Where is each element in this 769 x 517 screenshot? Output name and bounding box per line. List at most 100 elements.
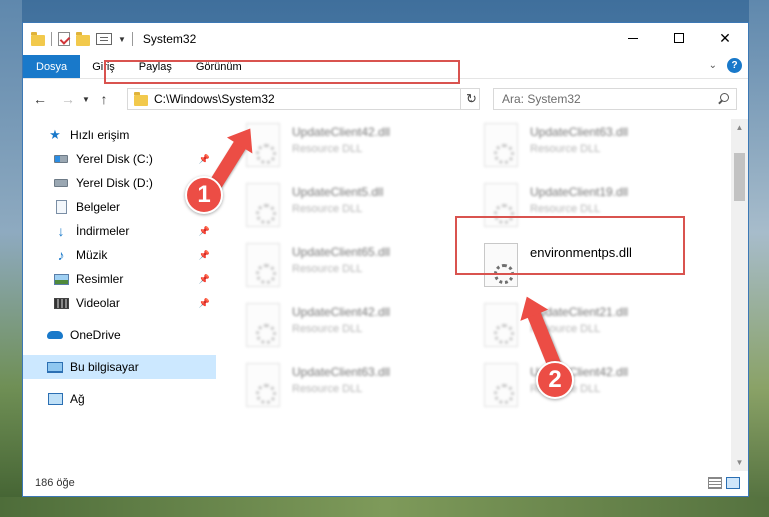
- tab-share[interactable]: Paylaş: [127, 55, 184, 78]
- computer-icon: [47, 360, 63, 374]
- sidebar-item-label: İndirmeler: [76, 224, 130, 238]
- file-item[interactable]: UpdateClient5.dll Resource DLL: [246, 183, 476, 235]
- window-title: System32: [142, 32, 197, 46]
- dll-file-icon: [246, 363, 280, 407]
- videos-icon: [53, 296, 69, 310]
- maximize-icon: [674, 33, 684, 43]
- file-name: UpdateClient19.dll: [530, 185, 629, 199]
- back-button[interactable]: ←: [29, 91, 51, 107]
- sidebar-item-label: Resimler: [76, 272, 124, 286]
- file-name: UpdateClient65.dll: [292, 245, 391, 259]
- file-item[interactable]: UpdateClient63.dll Resource DLL: [246, 363, 476, 415]
- sidebar-item-network[interactable]: Ağ: [23, 387, 216, 411]
- sidebar-item-label: Müzik: [76, 248, 108, 262]
- view-switcher: [708, 477, 740, 489]
- close-icon: ✕: [719, 29, 731, 46]
- sidebar-item-local-disk-c[interactable]: Yerel Disk (C:) 📌: [23, 147, 216, 171]
- cloud-icon: [47, 328, 63, 342]
- file-item[interactable]: UpdateClient42.dll Resource DLL: [246, 123, 476, 175]
- close-button[interactable]: ✕: [702, 23, 748, 53]
- file-name: UpdateClient42.dll: [292, 125, 391, 139]
- sidebar-item-label: Yerel Disk (C:): [76, 152, 153, 166]
- vertical-scrollbar[interactable]: ▲ ▼: [731, 119, 748, 471]
- sidebar-item-onedrive[interactable]: OneDrive: [23, 323, 216, 347]
- dll-file-icon: [246, 183, 280, 227]
- folder-icon: [31, 31, 45, 46]
- navigation-bar: ← → ▼ ↑ C:\Windows\System32 ⌄ ↻: [23, 79, 748, 119]
- file-description: Resource DLL: [292, 383, 363, 395]
- pin-icon[interactable]: 📌: [199, 250, 210, 261]
- recent-locations-button[interactable]: ▼: [79, 95, 93, 104]
- file-description: Resource DLL: [292, 323, 363, 335]
- large-icons-view-icon[interactable]: [726, 477, 740, 489]
- maximize-button[interactable]: [656, 23, 702, 53]
- address-bar[interactable]: C:\Windows\System32 ⌄: [127, 88, 480, 110]
- file-item[interactable]: UpdateClient42.dll Resource DLL: [246, 303, 476, 355]
- new-folder-icon[interactable]: [76, 31, 90, 46]
- up-button[interactable]: ↑: [93, 91, 115, 107]
- music-icon: ♪: [57, 247, 65, 263]
- properties-check-icon[interactable]: [58, 32, 70, 46]
- desktop-background-left: [0, 0, 22, 517]
- document-icon: [53, 200, 69, 214]
- callout-badge-1: 1: [185, 176, 223, 214]
- forward-button[interactable]: →: [57, 91, 79, 107]
- main-content: ★ Hızlı erişim Yerel Disk (C:) 📌 Yerel D…: [23, 119, 748, 471]
- desktop-background-right: [749, 0, 769, 517]
- search-box[interactable]: [493, 88, 737, 110]
- pictures-icon: [53, 272, 69, 286]
- sidebar-item-label: Ağ: [70, 392, 85, 406]
- file-item[interactable]: UpdateClient42.dllResource DLL: [484, 363, 714, 415]
- file-name: UpdateClient63.dll: [530, 125, 629, 139]
- sidebar-item-music[interactable]: ♪ Müzik 📌: [23, 243, 216, 267]
- sidebar-item-label: Bu bilgisayar: [70, 360, 139, 374]
- address-path[interactable]: C:\Windows\System32: [154, 92, 461, 106]
- scrollbar-thumb[interactable]: [734, 153, 745, 201]
- pin-icon[interactable]: 📌: [199, 154, 210, 165]
- ribbon-controls: ⌄ ?: [709, 58, 742, 73]
- file-name: UpdateClient5.dll: [292, 185, 384, 199]
- help-icon[interactable]: ?: [727, 58, 742, 73]
- sidebar-item-label: Hızlı erişim: [70, 128, 130, 142]
- scroll-up-icon[interactable]: ▲: [731, 119, 748, 136]
- sidebar-item-pictures[interactable]: Resimler 📌: [23, 267, 216, 291]
- pin-icon[interactable]: 📌: [199, 226, 210, 237]
- file-item[interactable]: UpdateClient65.dll Resource DLL: [246, 243, 476, 295]
- file-description: Resource DLL: [292, 143, 363, 155]
- tab-file[interactable]: Dosya: [23, 55, 81, 78]
- file-name: UpdateClient42.dll: [292, 305, 391, 319]
- search-icon[interactable]: [716, 92, 736, 106]
- pin-icon[interactable]: 📌: [199, 274, 210, 285]
- drive-icon: [53, 176, 69, 190]
- details-view-icon[interactable]: [708, 477, 722, 489]
- sidebar-item-this-pc[interactable]: Bu bilgisayar: [23, 355, 216, 379]
- customize-toolbar-icon[interactable]: [96, 33, 112, 45]
- dll-file-icon: [484, 303, 518, 347]
- star-icon: ★: [49, 127, 61, 142]
- file-description: Resource DLL: [292, 203, 363, 215]
- minimize-button[interactable]: [610, 23, 656, 53]
- scroll-down-icon[interactable]: ▼: [731, 454, 748, 471]
- search-input[interactable]: [502, 92, 716, 106]
- dll-file-icon: [484, 123, 518, 167]
- quick-access-toolbar: ▼: [23, 31, 126, 46]
- dll-file-icon: [246, 243, 280, 287]
- file-item[interactable]: UpdateClient19.dll Resource DLL: [484, 183, 714, 235]
- sidebar-item-quick-access[interactable]: ★ Hızlı erişim: [23, 123, 216, 147]
- file-item-environmentps[interactable]: environmentps.dll: [484, 243, 714, 295]
- toolbar-dropdown-icon[interactable]: ▼: [118, 35, 126, 44]
- file-explorer-window: ▼ System32 ✕ Dosya Giriş Paylaş Görünüm …: [22, 22, 749, 497]
- sidebar-item-label: OneDrive: [70, 328, 121, 342]
- refresh-button[interactable]: ↻: [460, 88, 482, 110]
- tab-home[interactable]: Giriş: [80, 55, 127, 78]
- tab-view[interactable]: Görünüm: [184, 55, 254, 78]
- sidebar-item-downloads[interactable]: ↓ İndirmeler 📌: [23, 219, 216, 243]
- network-icon: [47, 392, 63, 406]
- expand-ribbon-icon[interactable]: ⌄: [709, 60, 717, 71]
- sidebar-item-videos[interactable]: Videolar 📌: [23, 291, 216, 315]
- file-name: environmentps.dll: [530, 245, 632, 260]
- address-folder-icon: [134, 91, 148, 106]
- file-item[interactable]: UpdateClient63.dll Resource DLL: [484, 123, 714, 175]
- pin-icon[interactable]: 📌: [199, 298, 210, 309]
- window-controls: ✕: [610, 23, 748, 53]
